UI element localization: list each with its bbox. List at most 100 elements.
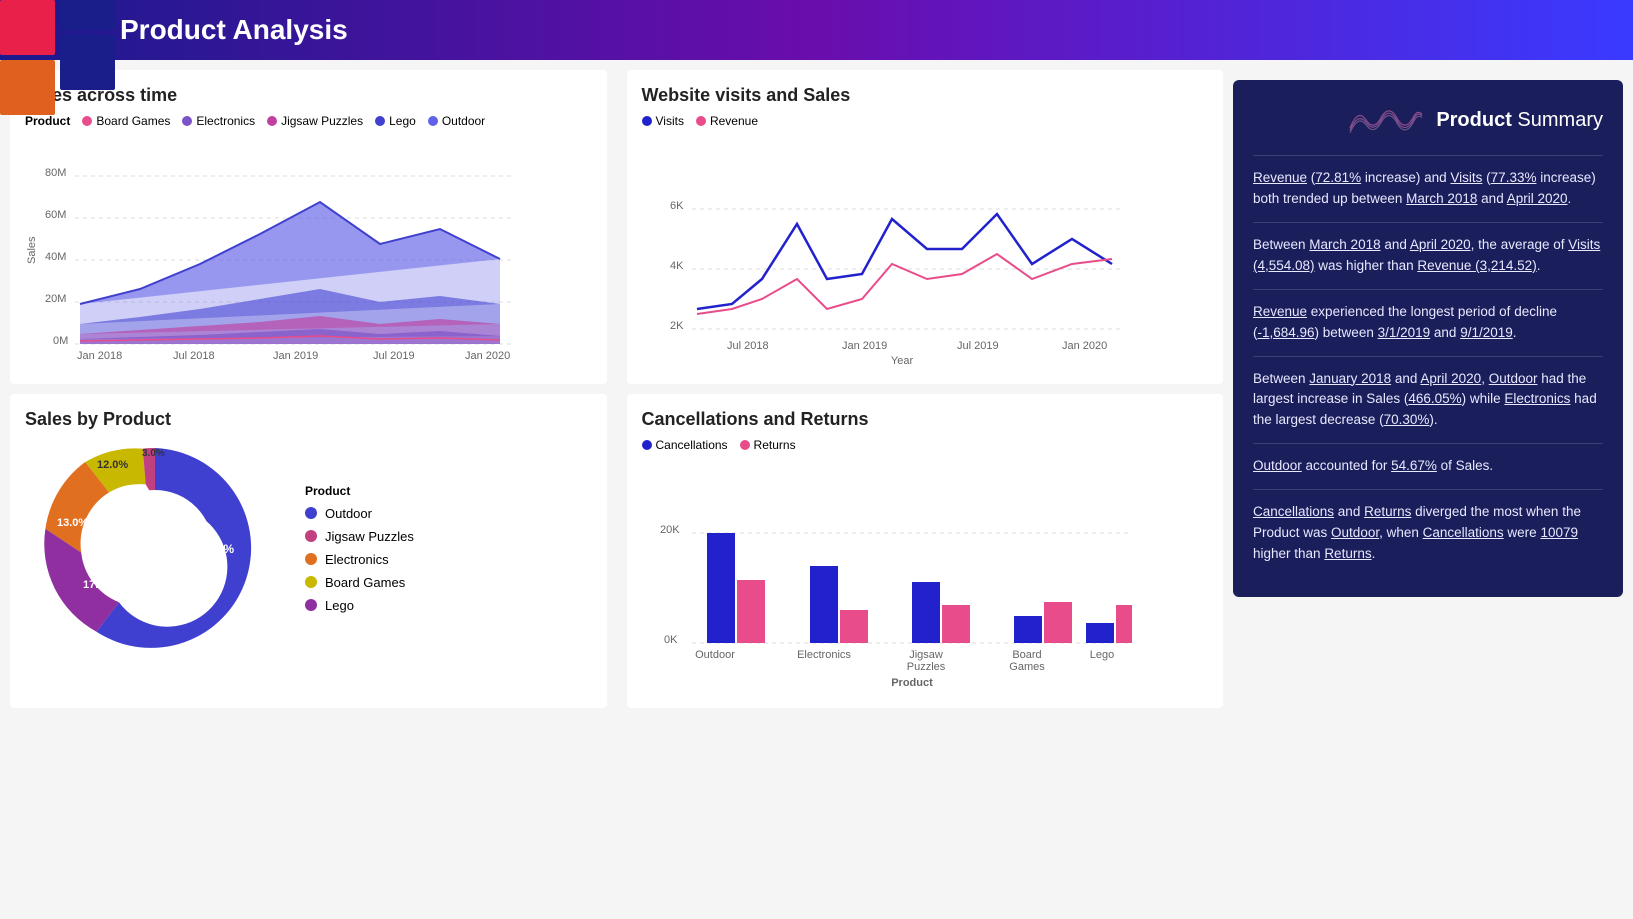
svg-text:Jul 2018: Jul 2018 [173, 350, 215, 362]
legend-revenue: Revenue [696, 114, 758, 128]
svg-text:6K: 6K [670, 200, 684, 212]
summary-waves-icon [1346, 100, 1426, 140]
cancellations-chart: 0K 20K [642, 458, 1132, 688]
summary-para-6: Cancellations and Returns diverged the m… [1253, 489, 1603, 565]
visits-label: Visits [656, 114, 684, 128]
svg-text:Product: Product [891, 677, 933, 688]
svg-text:Board: Board [1012, 649, 1041, 661]
donut-section: 54.7% 17.4% 13.0% 12.0% 3.0% Product Out… [25, 438, 592, 658]
jigsaw-legend-label: Jigsaw Puzzles [325, 529, 414, 544]
lego-legend-dot [305, 599, 317, 611]
legend-jigsaw: Jigsaw Puzzles [267, 114, 363, 128]
svg-text:12.0%: 12.0% [97, 459, 128, 471]
bar-boardgames-cancel [1014, 616, 1042, 643]
svg-text:3.0%: 3.0% [142, 448, 165, 459]
cancellations-panel: Cancellations and Returns Cancellations … [627, 394, 1224, 708]
electronics-dot [182, 116, 192, 126]
svg-text:Jul 2019: Jul 2019 [373, 350, 415, 362]
legend-cancellations: Cancellations [642, 438, 728, 452]
summary-para-4: Between January 2018 and April 2020, Out… [1253, 356, 1603, 432]
svg-text:Jul 2018: Jul 2018 [727, 340, 769, 352]
website-visits-legend: Visits Revenue [642, 114, 1209, 128]
boardgames-legend-label: Board Games [325, 575, 405, 590]
svg-text:Jan 2019: Jan 2019 [273, 350, 318, 362]
outdoor-legend-dot [305, 507, 317, 519]
cancellations-legend: Cancellations Returns [642, 438, 1209, 452]
charts-area: Sales across time Product Board Games El… [10, 70, 1223, 708]
svg-text:17.4%: 17.4% [83, 579, 114, 591]
header: Product Analysis [0, 0, 1633, 60]
svg-text:Electronics: Electronics [797, 649, 851, 661]
svg-text:80M: 80M [45, 167, 66, 179]
charts-row-1: Sales across time Product Board Games El… [10, 70, 1223, 384]
electronics-label: Electronics [196, 114, 255, 128]
svg-text:Jul 2019: Jul 2019 [957, 340, 999, 352]
donut-boardgames: Board Games [305, 575, 414, 590]
svg-text:Jan 2018: Jan 2018 [77, 350, 122, 362]
bar-outdoor-returns [737, 580, 765, 643]
website-visits-title: Website visits and Sales [642, 85, 1209, 106]
svg-text:Year: Year [890, 355, 913, 364]
bar-lego-returns [1116, 605, 1132, 643]
lego-dot [375, 116, 385, 126]
bar-lego-cancel [1086, 623, 1114, 643]
donut-legend-title: Product [305, 484, 414, 498]
legend-lego: Lego [375, 114, 416, 128]
page-title: Product Analysis [120, 14, 348, 46]
jigsaw-dot [267, 116, 277, 126]
summary-para-3: Revenue experienced the longest period o… [1253, 289, 1603, 344]
bar-outdoor-cancel [707, 533, 735, 643]
sales-by-product-panel: Sales by Product [10, 394, 607, 708]
cancellations-title: Cancellations and Returns [642, 409, 1209, 430]
bar-electronics-cancel [810, 566, 838, 643]
svg-text:Jigsaw: Jigsaw [909, 649, 943, 661]
svg-text:Jan 2020: Jan 2020 [1062, 340, 1107, 352]
cancellations-label: Cancellations [656, 438, 728, 452]
svg-text:0K: 0K [664, 634, 678, 646]
svg-text:20M: 20M [45, 293, 66, 305]
svg-text:Lego: Lego [1089, 649, 1113, 661]
main-content: Sales across time Product Board Games El… [0, 60, 1633, 718]
donut-electronics: Electronics [305, 552, 414, 567]
logo-area [0, 0, 130, 130]
revenue-dot [696, 116, 706, 126]
summary-header: Product Summary [1253, 100, 1603, 140]
lego-label: Lego [389, 114, 416, 128]
svg-text:Jan 2020: Jan 2020 [465, 350, 510, 362]
donut-lego: Lego [305, 598, 414, 613]
jigsaw-legend-dot [305, 530, 317, 542]
svg-text:Jan 2019: Jan 2019 [842, 340, 887, 352]
svg-text:13.0%: 13.0% [57, 517, 88, 529]
electronics-legend-dot [305, 553, 317, 565]
visits-dot [642, 116, 652, 126]
svg-text:Sales: Sales [26, 236, 38, 264]
outdoor-legend-label: Outdoor [325, 506, 372, 521]
summary-para-1: Revenue (72.81% increase) and Visits (77… [1253, 155, 1603, 210]
bar-electronics-returns [840, 610, 868, 643]
svg-text:40M: 40M [45, 251, 66, 263]
bar-jigsaw-cancel [912, 582, 940, 643]
website-visits-chart: 2K 4K 6K Jul 2018 Jan 2019 Jul 2019 Jan … [642, 134, 1132, 364]
legend-returns: Returns [740, 438, 796, 452]
svg-text:Outdoor: Outdoor [695, 649, 735, 661]
summary-title: Product Summary [1436, 109, 1603, 132]
svg-text:54.7%: 54.7% [200, 542, 234, 556]
donut-chart: 54.7% 17.4% 13.0% 12.0% 3.0% [25, 438, 285, 658]
sales-over-time-chart: 0M 20M 40M 60M 80M Jan 2018 Jul 2018 Jan… [25, 134, 515, 364]
svg-text:4K: 4K [670, 260, 684, 272]
svg-text:2K: 2K [670, 320, 684, 332]
svg-text:20K: 20K [660, 524, 680, 536]
donut-legend: Product Outdoor Jigsaw Puzzles Electroni… [305, 484, 414, 613]
summary-scroll-area[interactable]: Revenue (72.81% increase) and Visits (77… [1253, 155, 1603, 577]
jigsaw-label: Jigsaw Puzzles [281, 114, 363, 128]
legend-outdoor: Outdoor [428, 114, 485, 128]
returns-dot [740, 440, 750, 450]
legend-visits: Visits [642, 114, 684, 128]
summary-panel: Product Summary Revenue (72.81% increase… [1233, 80, 1623, 597]
svg-text:0M: 0M [53, 335, 68, 347]
legend-electronics: Electronics [182, 114, 255, 128]
summary-para-2: Between March 2018 and April 2020, the a… [1253, 222, 1603, 277]
donut-outdoor: Outdoor [305, 506, 414, 521]
summary-para-5: Outdoor accounted for 54.67% of Sales. [1253, 443, 1603, 477]
cancellations-dot [642, 440, 652, 450]
